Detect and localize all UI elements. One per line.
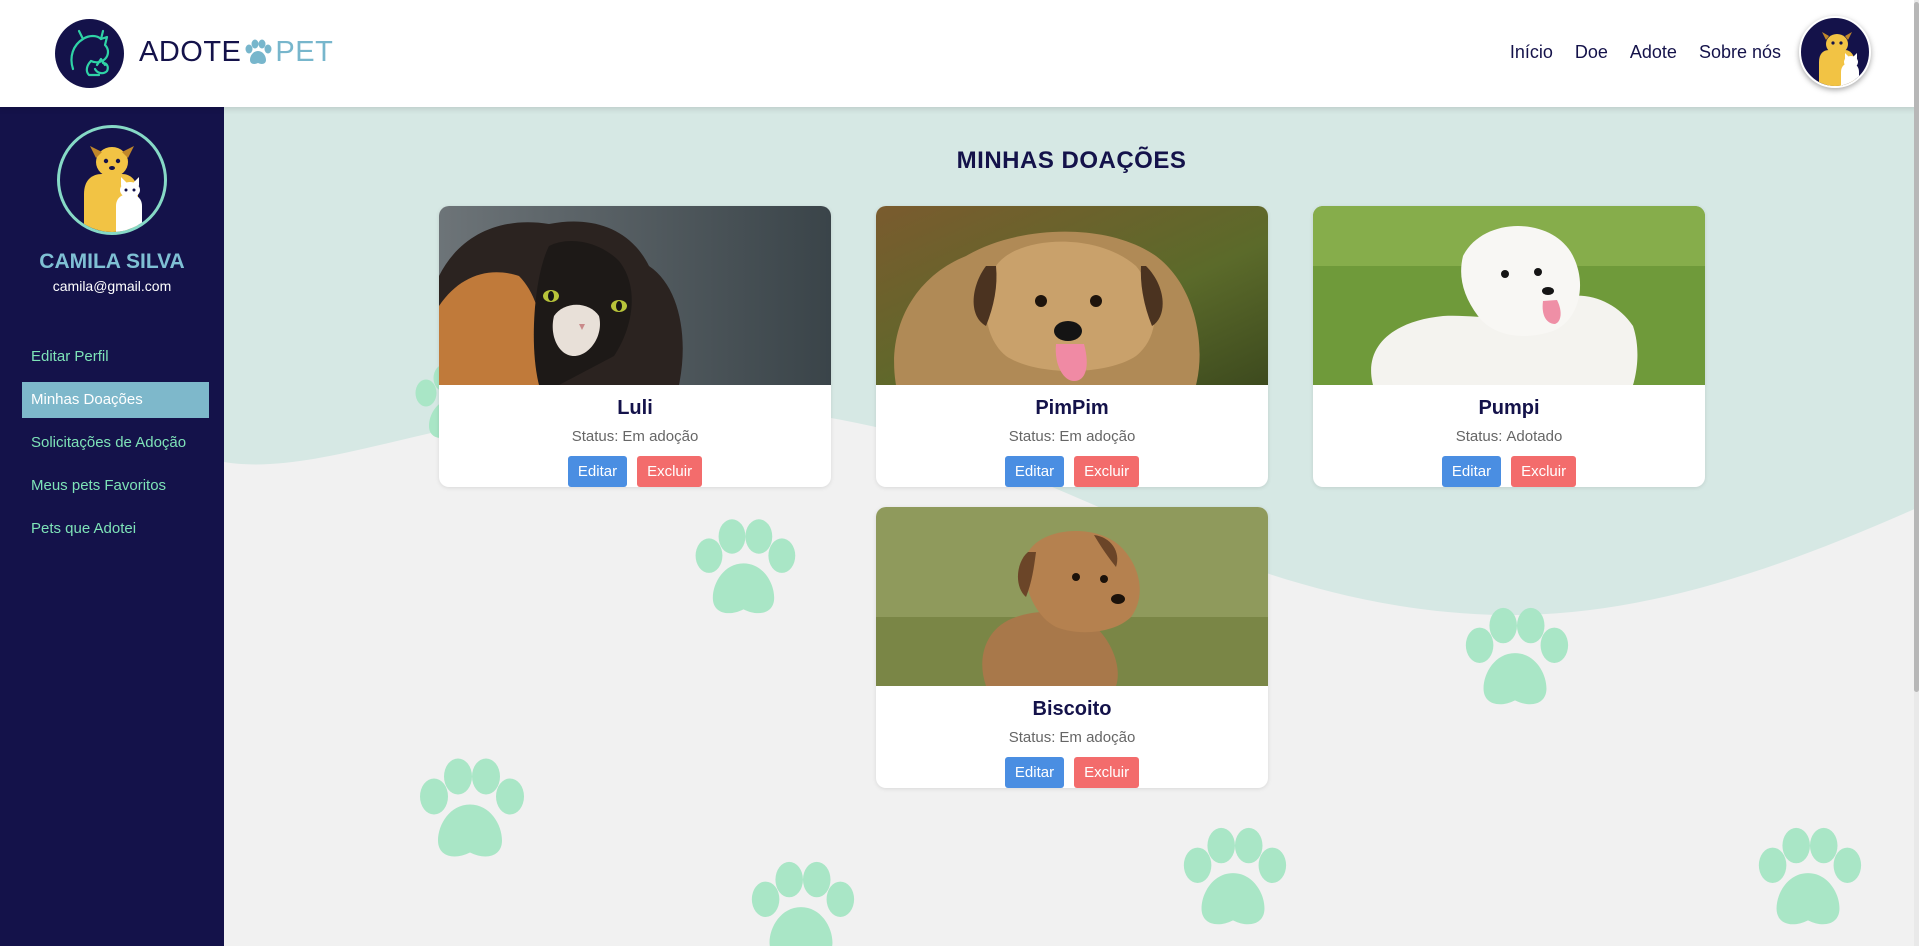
paw-decoration-icon	[1758, 827, 1862, 925]
paw-icon	[243, 39, 273, 67]
edit-button[interactable]: Editar	[1004, 456, 1065, 487]
page-title: MINHAS DOAÇÕES	[956, 147, 1187, 174]
edit-button[interactable]: Editar	[1441, 456, 1502, 487]
status-label: Status:	[1008, 729, 1056, 746]
nav-link-adote[interactable]: Adote	[1630, 42, 1677, 63]
status-value: Em adoção	[1059, 428, 1136, 445]
pet-card: Luli Status: Em adoção Editar Excluir	[439, 206, 831, 487]
pet-name: PimPim	[1035, 397, 1109, 419]
page-scrollbar[interactable]	[1914, 0, 1919, 946]
delete-button[interactable]: Excluir	[1074, 456, 1140, 487]
nav-link-sobre-nos[interactable]: Sobre nós	[1699, 42, 1781, 63]
edit-button[interactable]: Editar	[1004, 757, 1065, 788]
profile-sidebar: CAMILA SILVA camila@gmail.com Editar Per…	[0, 107, 224, 946]
pet-card: Biscoito Status: Em adoção Editar Excluir	[876, 507, 1268, 788]
sidebar-item-minhas-doacoes[interactable]: Minhas Doações	[22, 382, 209, 418]
card-actions: Editar Excluir	[1313, 456, 1705, 487]
nav-link-inicio[interactable]: Início	[1510, 42, 1553, 63]
pet-status: Status: Em adoção	[876, 428, 1268, 445]
edit-button[interactable]: Editar	[567, 456, 628, 487]
logo-icon[interactable]	[55, 19, 124, 88]
pet-card: Pumpi Status: Adotado Editar Excluir	[1313, 206, 1705, 487]
main-content: MINHAS DOAÇÕES Luli Status: Em adoção Ed…	[224, 107, 1919, 946]
paw-decoration-icon	[751, 861, 855, 946]
paw-decoration-icon	[695, 519, 796, 614]
card-actions: Editar Excluir	[876, 757, 1268, 788]
cat-photo	[439, 206, 831, 385]
paw-decoration-icon	[1465, 607, 1569, 705]
card-actions: Editar Excluir	[439, 456, 831, 487]
nav-link-doe[interactable]: Doe	[1575, 42, 1608, 63]
scrollbar-thumb[interactable]	[1914, 2, 1919, 692]
card-actions: Editar Excluir	[876, 456, 1268, 487]
delete-button[interactable]: Excluir	[637, 456, 703, 487]
pet-card: PimPim Status: Em adoção Editar Excluir	[876, 206, 1268, 487]
pet-name: Biscoito	[1032, 698, 1112, 720]
profile-name: CAMILA SILVA	[39, 250, 185, 273]
paw-decoration-icon	[1183, 827, 1287, 925]
pet-name: Pumpi	[1478, 397, 1540, 419]
pet-status: Status: Em adoção	[439, 428, 831, 445]
profile-email: camila@gmail.com	[52, 278, 172, 294]
top-header: ADOTE PET Início Doe Adote Sobre nós	[0, 0, 1919, 107]
status-label: Status:	[1455, 428, 1503, 445]
poodle-photo	[1313, 206, 1705, 385]
status-label: Status:	[571, 428, 619, 445]
dog-photo	[876, 206, 1268, 385]
status-label: Status:	[1008, 428, 1056, 445]
main-nav: Início Doe Adote Sobre nós	[1510, 42, 1781, 63]
delete-button[interactable]: Excluir	[1511, 456, 1577, 487]
profile-avatar	[57, 125, 167, 235]
pet-status: Status: Em adoção	[876, 729, 1268, 746]
brand-left-text: ADOTE	[139, 36, 242, 68]
sidebar-item-meus-pets-favoritos[interactable]: Meus pets Favoritos	[22, 468, 209, 504]
brand-logo[interactable]: ADOTE PET	[139, 36, 333, 69]
status-value: Em adoção	[1059, 729, 1136, 746]
sidebar-item-solicitacoes-de-adocao[interactable]: Solicitações de Adoção	[22, 425, 209, 461]
status-value: Adotado	[1506, 428, 1563, 445]
sidebar-item-pets-que-adotei[interactable]: Pets que Adotei	[22, 511, 209, 547]
status-value: Em adoção	[622, 428, 699, 445]
brand-right-text: PET	[275, 36, 334, 68]
pet-name: Luli	[617, 397, 653, 419]
pet-status: Status: Adotado	[1313, 428, 1705, 445]
sidebar-item-editar-perfil[interactable]: Editar Perfil	[22, 339, 209, 375]
user-avatar[interactable]	[1799, 16, 1871, 88]
delete-button[interactable]: Excluir	[1074, 757, 1140, 788]
paw-decoration-icon	[420, 758, 524, 857]
sidebar-menu: Editar Perfil Minhas Doações Solicitaçõe…	[22, 339, 209, 554]
puppy-photo	[876, 507, 1268, 686]
